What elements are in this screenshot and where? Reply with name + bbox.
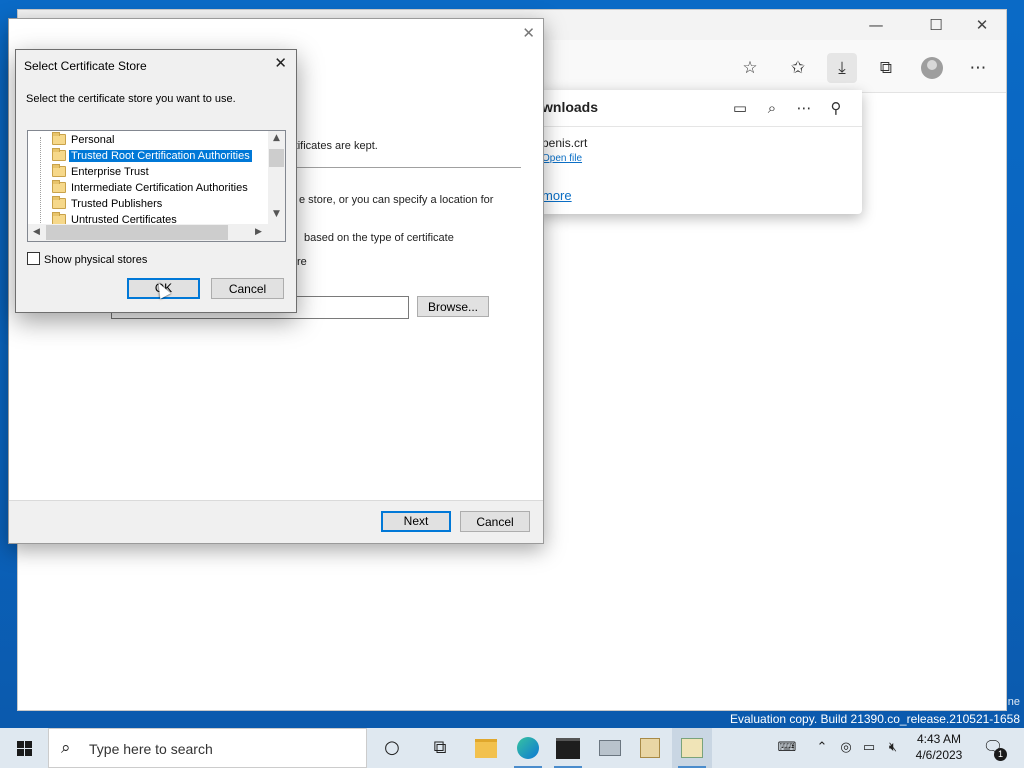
clock-date: 4/6/2023 [915,748,963,762]
add-favorite-icon[interactable]: ☆ [735,53,765,83]
folder-icon [52,196,66,209]
tray-app-icon[interactable]: ◎ [836,728,856,768]
next-button[interactable]: Next [381,511,451,532]
download-file-name: penis.crt [542,136,588,150]
network-icon[interactable]: ▭ [858,728,880,768]
dialog-instruction: Select the certificate store you want to… [26,93,236,105]
windows-logo-icon [17,741,32,756]
downloads-panel: wnloads ▭ ⌕ ⋯ ⚲ penis.crt Open file more [538,90,862,214]
open-folder-icon[interactable]: ▭ [728,96,752,120]
scroll-down-icon[interactable]: ▼ [268,209,285,219]
start-button[interactable] [0,728,48,768]
tree-item-personal[interactable]: Personal [52,132,115,148]
folder-icon [52,148,66,161]
certificate-store-tree[interactable]: Personal Trusted Root Certification Auth… [27,130,286,242]
tree-item-trusted-root[interactable]: Trusted Root Certification Authorities [52,148,253,164]
folder-icon [52,164,66,177]
search-placeholder: Type here to search [89,741,213,757]
scroll-right-icon[interactable]: ▶ [250,227,267,237]
vertical-scrollbar[interactable]: ▲ ▼ [268,131,285,224]
edge-browser-icon[interactable] [508,728,548,768]
volume-muted-icon[interactable]: 🔇︎ [882,728,904,768]
file-explorer-icon[interactable] [466,728,506,768]
evaluation-watermark: Evaluation copy. Build 21390.co_release.… [730,712,1020,726]
desktop-watermark-fragment: ne [1007,696,1020,708]
minimize-button[interactable]: — [856,14,896,36]
dialog-close-icon[interactable]: ✕ [274,54,287,72]
horizontal-scrollbar[interactable]: ◀ ▶ [28,224,268,241]
profile-avatar[interactable] [921,57,943,79]
wizard-cancel-button[interactable]: Cancel [460,511,530,532]
notification-count-badge: 1 [994,748,1007,761]
vertical-scroll-thumb[interactable] [269,149,284,167]
scroll-left-icon[interactable]: ◀ [28,227,45,237]
clock[interactable]: 4:43 AM 4/6/2023 [906,731,972,763]
downloads-icon[interactable]: ⤓ [827,53,857,83]
taskbar: ⌕ Type here to search ○ ⧉ ⌨ ⌃ ◎ ▭ 🔇︎ 4:4… [0,728,1024,768]
dialog-cancel-button[interactable]: Cancel [211,278,284,299]
wizard-text-2: e store, or you can specify a location f… [299,194,494,206]
task-view-icon[interactable]: ⧉ [420,728,460,768]
show-physical-stores-checkbox[interactable] [27,252,40,265]
wizard-text-3: based on the type of certificate [304,232,454,244]
tree-item-label: Enterprise Trust [71,166,149,178]
open-file-link[interactable]: Open file [542,153,582,164]
show-physical-stores-row[interactable]: Show physical stores [27,252,147,266]
close-window-button[interactable]: ✕ [962,14,1002,36]
wizard-text-4: re [297,256,307,268]
tree-item-enterprise-trust[interactable]: Enterprise Trust [52,164,149,180]
certificate-wizard-taskbar-icon[interactable] [672,728,712,768]
downloads-more-icon[interactable]: ⋯ [792,96,816,120]
taskbar-search-box[interactable]: ⌕ Type here to search [48,728,367,768]
terminal-icon[interactable] [548,728,588,768]
tree-guide-line [40,137,51,227]
browse-button[interactable]: Browse... [417,296,489,317]
wizard-close-icon[interactable]: ✕ [522,24,535,42]
tree-item-trusted-publishers[interactable]: Trusted Publishers [52,196,163,212]
tree-item-intermediate[interactable]: Intermediate Certification Authorities [52,180,248,196]
folder-icon [52,180,66,193]
collections-icon[interactable]: ⧉ [871,53,901,83]
scrollbar-corner [268,224,285,241]
select-certificate-store-dialog: Select Certificate Store ✕ Select the ce… [15,49,297,313]
tree-item-label: Trusted Root Certification Authorities [68,149,253,163]
downloads-title: wnloads [542,99,599,115]
folder-icon [52,132,66,145]
favorites-icon[interactable]: ✩ [783,53,813,83]
show-hidden-icons-icon[interactable]: ⌃ [812,728,832,768]
keyboard-icon[interactable]: ⌨ [772,728,802,768]
tree-item-label: Personal [71,134,115,146]
tree-item-label: Intermediate Certification Authorities [71,182,248,194]
cortana-icon[interactable]: ○ [372,728,412,768]
clock-time: 4:43 AM [916,732,962,746]
divider [538,126,862,127]
tree-item-label: Trusted Publishers [71,198,163,210]
printer-app-icon[interactable] [590,728,630,768]
horizontal-scroll-thumb[interactable] [46,225,228,240]
pin-icon[interactable]: ⚲ [824,96,848,120]
see-more-link[interactable]: more [542,188,572,203]
maximize-button[interactable]: ☐ [916,14,956,36]
show-physical-stores-label: Show physical stores [44,254,148,266]
search-icon: ⌕ [61,738,71,758]
scroll-up-icon[interactable]: ▲ [268,133,285,143]
dialog-title: Select Certificate Store [24,59,147,73]
more-menu-icon[interactable]: ⋯ [963,53,993,83]
wizard-footer: Next Cancel [9,500,543,543]
certificate-app-icon[interactable] [630,728,670,768]
search-downloads-icon[interactable]: ⌕ [760,96,784,120]
wizard-text-1: rtificates are kept. [291,140,378,152]
